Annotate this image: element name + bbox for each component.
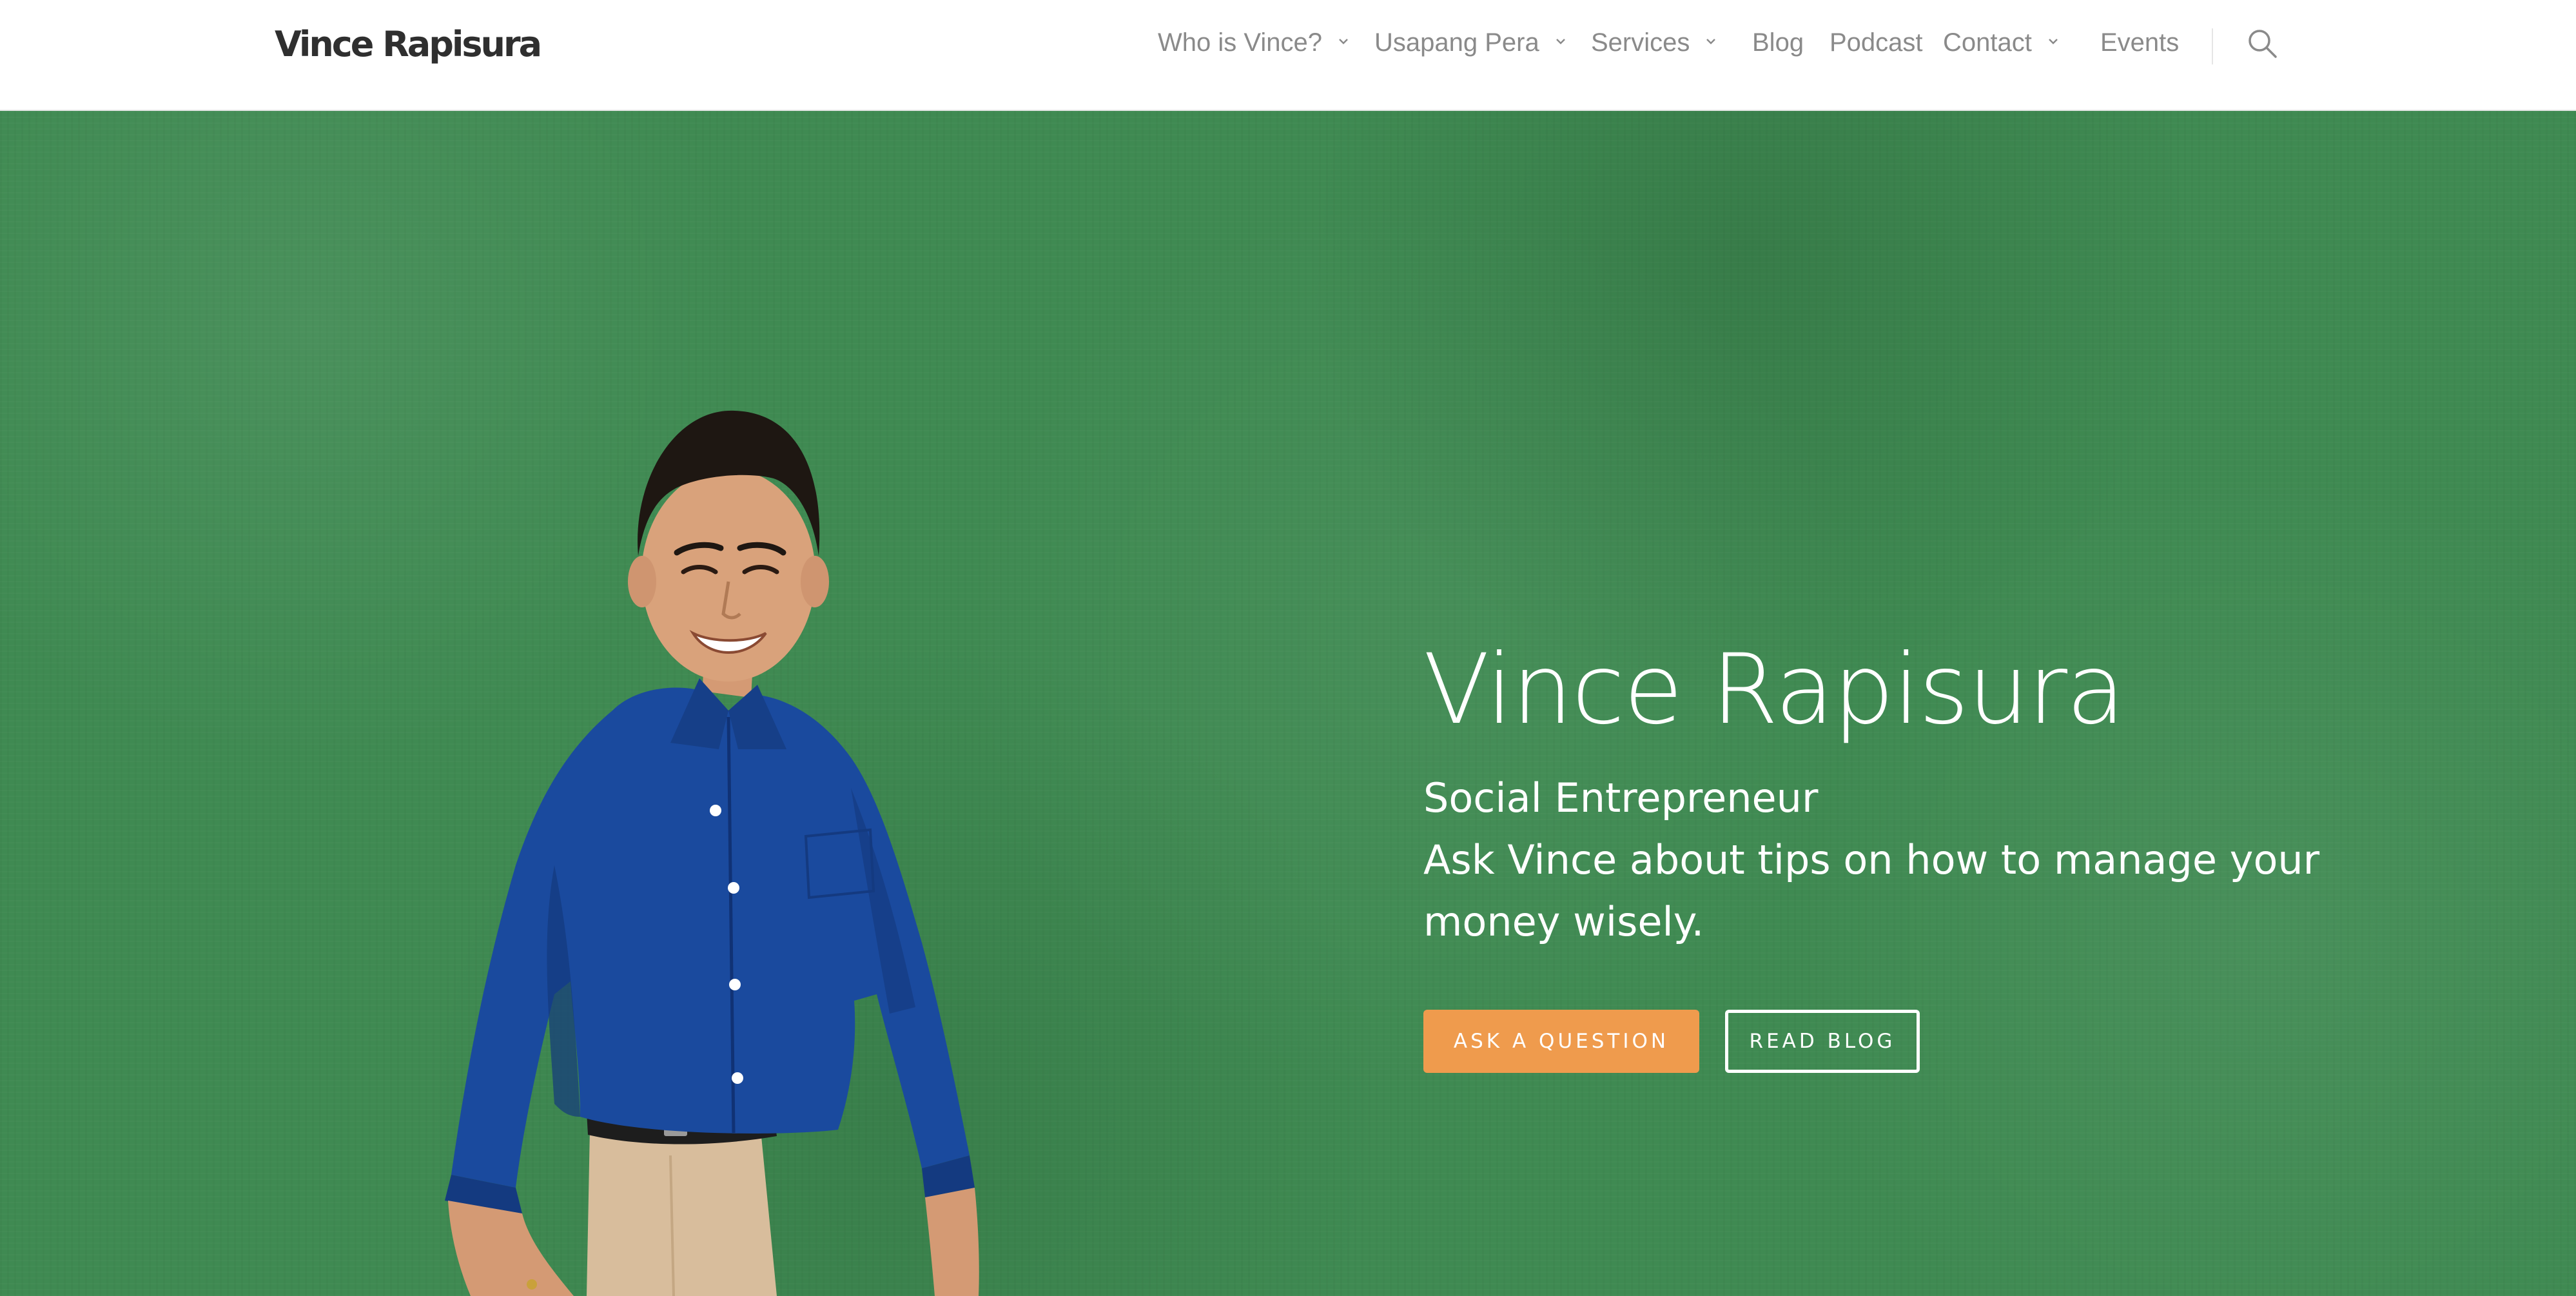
page: Vince Rapisura Who is Vince? Usapang Per…: [0, 0, 2576, 1296]
read-blog-button[interactable]: READ BLOG: [1725, 1010, 1920, 1073]
hero-title: Vince Rapisura: [1423, 634, 2125, 746]
nav-item-who-is-vince[interactable]: Who is Vince?: [1158, 27, 1352, 58]
hero-subtitle-line: Ask Vince about tips on how to manage yo…: [1423, 836, 2320, 883]
hero-subtitle-line: money wisely.: [1423, 898, 1704, 945]
nav-item-blog[interactable]: Blog: [1752, 27, 1804, 58]
nav-item-label: Services: [1591, 28, 1690, 57]
nav-item-label: Events: [2100, 28, 2180, 57]
ask-a-question-button[interactable]: ASK A QUESTION: [1423, 1010, 1699, 1073]
site-logo[interactable]: Vince Rapisura: [275, 25, 542, 64]
nav-item-events[interactable]: Events: [2100, 27, 2179, 58]
nav-item-label: Blog: [1752, 28, 1804, 57]
hero-section: Vince Rapisura Social Entrepreneur Ask V…: [0, 111, 2576, 1296]
nav-item-label: Usapang Pera: [1374, 28, 1539, 57]
search-icon: [2249, 30, 2277, 58]
chevron-down-icon: [1552, 33, 1569, 50]
nav-divider: [2212, 28, 2213, 64]
nav-item-label: Who is Vince?: [1158, 28, 1322, 57]
search-button[interactable]: [2246, 27, 2278, 59]
hero-background-texture: [0, 111, 2576, 1296]
chevron-down-icon: [2045, 33, 2062, 50]
nav-item-podcast[interactable]: Podcast: [1830, 27, 1923, 58]
nav-item-label: Contact: [1943, 28, 2032, 57]
nav-item-label: Podcast: [1830, 28, 1923, 57]
hero-subtitle-line: Social Entrepreneur: [1423, 774, 1819, 821]
nav-item-contact[interactable]: Contact: [1943, 27, 2062, 58]
nav-item-services[interactable]: Services: [1591, 27, 1719, 58]
chevron-down-icon: [1703, 33, 1719, 50]
hero-subtitle: Social Entrepreneur Ask Vince about tips…: [1423, 767, 2320, 953]
nav-item-usapang-pera[interactable]: Usapang Pera: [1374, 27, 1569, 58]
site-header: Vince Rapisura Who is Vince? Usapang Per…: [0, 0, 2576, 111]
hero-portrait-image: [445, 410, 979, 1296]
chevron-down-icon: [1335, 33, 1352, 50]
